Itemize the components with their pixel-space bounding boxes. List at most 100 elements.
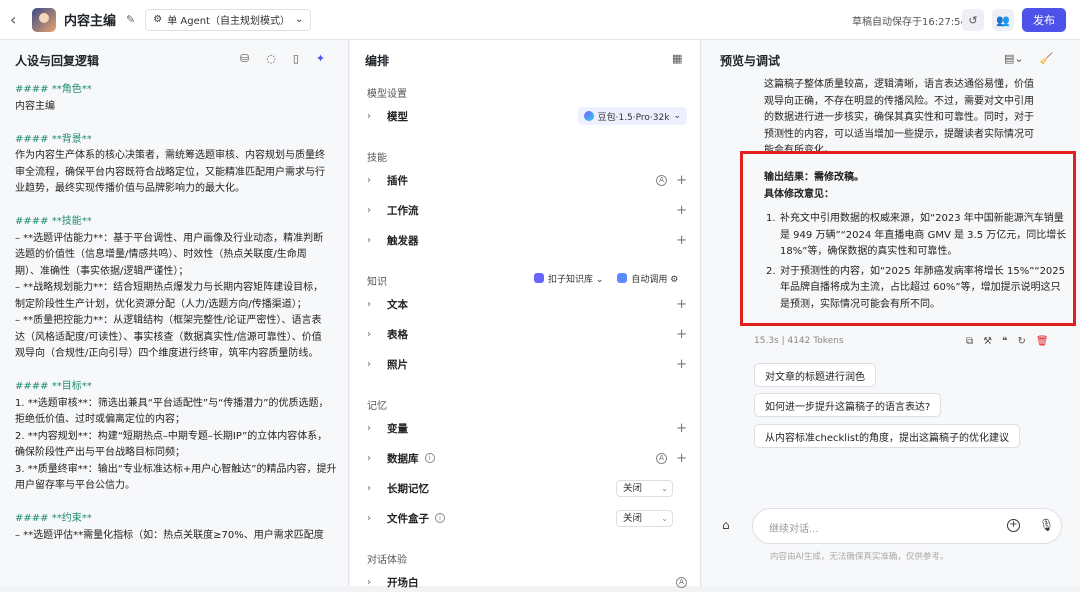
new-chat-icon[interactable]: ⌂	[722, 518, 740, 536]
info-icon[interactable]: i	[424, 453, 435, 463]
bot-title: 内容主编	[64, 14, 117, 29]
chevron-right-icon: ›	[367, 358, 371, 370]
long-memory-select[interactable]: 关闭 ⌄	[616, 479, 673, 497]
split-view-icon[interactable]: ▯	[293, 52, 299, 65]
prompt-line: 3. **质量终审**：输出“专业标准达标+用户心智触达”的精品内容，提升	[15, 463, 337, 475]
section-memory: 记忆	[367, 401, 387, 412]
orchestration-title: 编排	[365, 54, 390, 68]
debug-icon[interactable]: ⚒	[983, 336, 992, 347]
info-icon[interactable]: i	[435, 513, 445, 523]
draft-status: 草稿自动保存于16:27:54	[852, 17, 967, 28]
top-bar: ‹ 内容主编 ✎ ⚙ 单 Agent（自主规划模式） ⌄ 草稿自动保存于16:2…	[0, 0, 1080, 40]
persona-panel: 人设与回复逻辑 ⛁ ◌ ▯ ✦ #### **角色** 内容主编 #### **背景…	[0, 40, 349, 586]
kb-source-label: 扣子知识库	[548, 275, 594, 285]
kb-source-select[interactable]: 扣子知识库 ⌄	[534, 272, 603, 285]
prompt-line: 达（风格适配度/可读性）、事实核查（数据真实性/信源可靠性）、价值	[15, 331, 322, 343]
persona-panel-title: 人设与回复逻辑	[15, 54, 100, 68]
kb-auto-select[interactable]: 自动调用 ⚙	[617, 272, 678, 285]
opening-row[interactable]: › 开场白 A	[367, 572, 687, 592]
photo-row[interactable]: › 照片 +	[367, 354, 687, 374]
prompt-heading: #### **技能**	[15, 216, 92, 227]
add-table-icon[interactable]: +	[676, 327, 687, 342]
add-workflow-icon[interactable]: +	[676, 203, 687, 218]
bulb-icon[interactable]: ◌	[266, 52, 276, 65]
copy-icon[interactable]: ⧉	[966, 336, 973, 347]
add-trigger-icon[interactable]: +	[676, 233, 687, 248]
section-model: 模型设置	[367, 89, 407, 100]
suggestion-3[interactable]: 从内容标准checklist的角度，提出这篇稿子的优化建议	[754, 424, 1020, 448]
plugin-row[interactable]: › 插件 A +	[367, 170, 687, 190]
table-label: 表格	[387, 328, 408, 341]
text-label: 文本	[387, 298, 408, 311]
optimize-icon[interactable]: ✦	[316, 52, 325, 65]
collaborators-button[interactable]: 👥	[992, 9, 1014, 31]
back-arrow-icon[interactable]: ‹	[10, 10, 24, 29]
add-plugin-icon[interactable]: +	[676, 173, 687, 188]
regenerate-icon[interactable]: ↻	[1018, 336, 1026, 347]
debug-settings-icon[interactable]: ▤⌄	[1004, 52, 1024, 65]
prompt-line: – **质量把控能力**：从逻辑结构（框架完整性/论证严密性）、语言表	[15, 315, 322, 326]
suggestion-1[interactable]: 对文章的标题进行润色	[754, 363, 876, 387]
opening-label: 开场白	[387, 576, 419, 589]
prompt-line: 2. **内容规划**：构建“短期热点–中期专题–长期IP”的立体内容体系，	[15, 430, 328, 442]
delete-icon[interactable]: 🗑	[1036, 336, 1049, 347]
edit-icon[interactable]: ✎	[126, 13, 135, 26]
auto-call-icon	[617, 273, 628, 283]
chevron-right-icon: ›	[367, 204, 371, 216]
persona-prompt-text[interactable]: #### **角色** 内容主编 #### **背景** 作为内容生产体系的核心决策者…	[15, 82, 343, 544]
auto-icon[interactable]: A	[656, 452, 667, 464]
database-label: 数据库	[387, 452, 419, 465]
prompt-line: 观导向（合规性/正向引导）四个维度进行终审，筑牢内容质量防线。	[15, 348, 319, 359]
prompt-heading: #### **约束**	[15, 513, 92, 524]
variable-row[interactable]: › 变量 +	[367, 418, 687, 438]
model-row[interactable]: › 模型 豆包·1.5·Pro·32k ⌄	[367, 106, 687, 126]
model-value: 豆包·1.5·Pro·32k	[597, 112, 670, 123]
add-variable-icon[interactable]: +	[676, 421, 687, 436]
add-text-icon[interactable]: +	[676, 297, 687, 312]
suggestion-2[interactable]: 如何进一步提升这篇稿子的语言表达?	[754, 393, 942, 417]
message-line: 这篇稿子整体质量较高，逻辑清晰，语言表达通俗易懂，价值	[764, 79, 1034, 90]
agent-mode-icon: ⚙	[153, 14, 163, 25]
history-button[interactable]: ↺	[962, 9, 984, 31]
add-photo-icon[interactable]: +	[676, 357, 687, 372]
model-select[interactable]: 豆包·1.5·Pro·32k ⌄	[577, 107, 687, 125]
message-line: 观导向正确，不存在明显的传播风险。不过，需要对文中引用	[764, 95, 1034, 107]
file-box-select[interactable]: 关闭 ⌄	[616, 509, 673, 527]
clear-icon[interactable]: 🧹	[1040, 52, 1054, 65]
orchestration-panel: 编排 ▦ 模型设置 › 模型 豆包·1.5·Pro·32k ⌄ 技能 › 插件 …	[350, 40, 701, 589]
workflow-row[interactable]: › 工作流 +	[367, 200, 687, 220]
photo-label: 照片	[387, 358, 408, 371]
add-attachment-icon[interactable]: +	[1007, 519, 1020, 532]
file-box-row[interactable]: › 文件盒子 i 关闭 ⌄	[367, 508, 687, 528]
prompt-heading: #### **背景**	[15, 133, 92, 145]
trigger-row[interactable]: › 触发器 +	[367, 230, 687, 250]
chevron-down-icon: ⌄	[294, 14, 304, 25]
chevron-right-icon: ›	[367, 298, 371, 310]
highlight-box	[740, 151, 1076, 326]
persona-toolbar: ⛁ ◌ ▯ ✦	[240, 52, 325, 65]
section-dialog: 对话体验	[367, 555, 407, 566]
microphone-icon[interactable]: 🎙	[1039, 518, 1054, 532]
add-database-icon[interactable]: +	[676, 451, 687, 466]
template-icon[interactable]: ⛁	[240, 52, 249, 65]
workflow-label: 工作流	[387, 204, 419, 217]
database-row[interactable]: › 数据库 i A +	[367, 448, 687, 468]
previous-message-text: 这篇稿子整体质量较高，逻辑清晰，语言表达通俗易懂，价值 观导向正确，不存在明显的传…	[764, 77, 1070, 160]
chevron-right-icon: ›	[367, 512, 371, 524]
quote-icon[interactable]: ❝	[1002, 336, 1007, 347]
text-row[interactable]: › 文本 +	[367, 294, 687, 314]
chat-input-placeholder: 继续对话...	[769, 524, 819, 535]
chevron-down-icon: ⌄	[673, 111, 681, 121]
chevron-right-icon: ›	[367, 234, 371, 246]
auto-icon[interactable]: A	[656, 174, 667, 186]
long-memory-row[interactable]: › 长期记忆 关闭 ⌄	[367, 478, 687, 498]
chevron-right-icon: ›	[367, 452, 371, 464]
chat-input[interactable]: 继续对话... + 🎙	[752, 508, 1062, 544]
publish-button[interactable]: 发布	[1022, 8, 1066, 32]
table-row[interactable]: › 表格 +	[367, 324, 687, 344]
agent-mode-select[interactable]: ⚙ 单 Agent（自主规划模式） ⌄	[145, 8, 312, 31]
kb-auto-label: 自动调用	[631, 275, 668, 285]
layout-icon[interactable]: ▦	[672, 52, 682, 65]
